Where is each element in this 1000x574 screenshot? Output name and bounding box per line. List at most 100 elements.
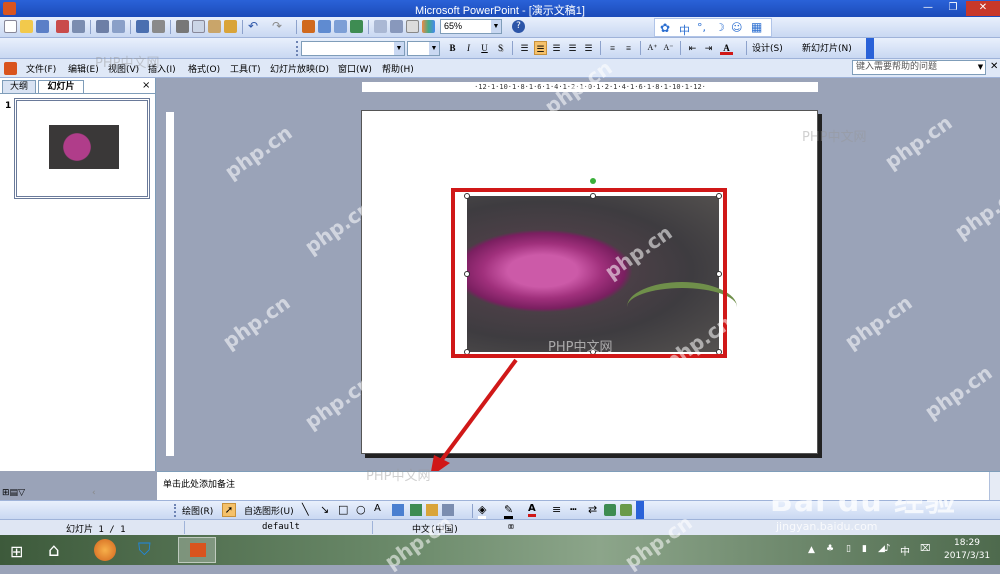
- italic-button[interactable]: I: [462, 41, 475, 55]
- tray-expand-icon[interactable]: ▲: [808, 545, 815, 555]
- align-right-icon[interactable]: ☰: [550, 41, 563, 55]
- permission-icon[interactable]: [56, 20, 69, 33]
- battery-icon[interactable]: ▯: [846, 544, 851, 554]
- grid-menu-icon[interactable]: ▦: [751, 20, 762, 34]
- emoji-icon[interactable]: ☺: [731, 21, 742, 34]
- notification-icon[interactable]: ⌧: [920, 544, 930, 554]
- align-center-icon[interactable]: ☰: [534, 41, 547, 55]
- chevron-down-icon[interactable]: ▼: [429, 42, 439, 55]
- open-folder-icon[interactable]: [20, 20, 33, 33]
- arrow-style-icon[interactable]: ⇄: [588, 503, 597, 516]
- new-document-icon[interactable]: [4, 20, 17, 33]
- paw-icon[interactable]: ✿: [660, 21, 670, 35]
- chevron-down-icon[interactable]: ▼: [394, 42, 404, 55]
- browser-icon[interactable]: [94, 539, 116, 561]
- email-icon[interactable]: [72, 20, 85, 33]
- spelling-icon[interactable]: [136, 20, 149, 33]
- wordart-icon[interactable]: [392, 504, 404, 516]
- insert-table-icon[interactable]: [318, 20, 331, 33]
- color-grayscale-icon[interactable]: [422, 20, 435, 33]
- bold-button[interactable]: B: [446, 41, 459, 55]
- menu-help[interactable]: 帮助(H): [382, 62, 414, 75]
- menu-slideshow[interactable]: 幻灯片放映(D): [270, 62, 329, 75]
- align-left-icon[interactable]: ☰: [518, 41, 531, 55]
- scroll-left-icon[interactable]: ‹: [92, 488, 96, 498]
- select-pointer-icon[interactable]: ➚: [222, 503, 236, 517]
- redo-icon[interactable]: ↷: [272, 20, 285, 33]
- expand-all-icon[interactable]: [374, 20, 387, 33]
- increase-font-icon[interactable]: A⁺: [646, 41, 659, 55]
- shadow-button[interactable]: S: [494, 41, 507, 55]
- maximize-button[interactable]: ❐: [941, 1, 965, 16]
- font-color-icon[interactable]: A: [720, 41, 733, 55]
- cut-icon[interactable]: [176, 20, 189, 33]
- volume-icon[interactable]: ♪: [884, 543, 890, 554]
- 3d-style-icon[interactable]: [620, 504, 632, 516]
- diagram-icon[interactable]: [410, 504, 422, 516]
- close-document-icon[interactable]: ✕: [990, 61, 998, 72]
- print-preview-icon[interactable]: [112, 20, 125, 33]
- font-name-select[interactable]: ▼: [301, 41, 405, 56]
- menu-file[interactable]: 文件(F): [26, 62, 56, 75]
- arrow-tool-icon[interactable]: ↘: [320, 503, 329, 516]
- undo-icon[interactable]: ↶: [248, 20, 261, 33]
- line-color-icon[interactable]: ✎: [504, 503, 514, 519]
- security-shield-icon[interactable]: ⛉: [138, 540, 151, 560]
- bullets-icon[interactable]: ≡: [622, 41, 635, 55]
- notes-scrollbar[interactable]: [989, 472, 1000, 501]
- decrease-font-icon[interactable]: A⁻: [662, 41, 675, 55]
- panel-close-icon[interactable]: ×: [142, 80, 150, 91]
- show-grid-icon[interactable]: [406, 20, 419, 33]
- show-formatting-icon[interactable]: [390, 20, 403, 33]
- sorter-view-icon[interactable]: ▤: [10, 488, 19, 498]
- insert-diagram-icon[interactable]: [350, 20, 363, 33]
- zoom-select[interactable]: 65% ▼: [440, 19, 502, 34]
- slideshow-view-icon[interactable]: ▽: [18, 488, 25, 498]
- insert-picture-icon[interactable]: [334, 20, 347, 33]
- home-icon[interactable]: ⌂: [48, 540, 59, 561]
- textbox-tool-icon[interactable]: A: [374, 503, 381, 514]
- line-style-icon[interactable]: ≡: [552, 503, 561, 516]
- menu-format[interactable]: 格式(O): [188, 62, 220, 75]
- help-search-input[interactable]: 键入需要帮助的问题: [852, 60, 986, 75]
- save-icon[interactable]: [36, 20, 49, 33]
- taskbar-powerpoint[interactable]: [178, 537, 216, 563]
- tab-slides[interactable]: 幻灯片: [38, 80, 84, 93]
- copy-icon[interactable]: [192, 20, 205, 33]
- design-button[interactable]: 设计(S): [752, 41, 783, 54]
- font-size-select[interactable]: ▼: [407, 41, 440, 56]
- new-slide-button[interactable]: 新幻灯片(N): [802, 41, 852, 54]
- punctuation-icon[interactable]: °,: [697, 21, 706, 34]
- autoshapes-button[interactable]: 自选图形(U): [244, 504, 294, 517]
- signal-icon[interactable]: ▮: [862, 544, 867, 554]
- help-icon[interactable]: ?: [512, 20, 525, 33]
- ime-chinese-label[interactable]: 中: [679, 22, 690, 38]
- close-button[interactable]: ✕: [966, 1, 1000, 16]
- print-icon[interactable]: [96, 20, 109, 33]
- decrease-indent-icon[interactable]: ⇤: [686, 41, 699, 55]
- toolbar-options-icon[interactable]: [866, 38, 874, 59]
- dash-style-icon[interactable]: ┅: [570, 503, 577, 516]
- line-tool-icon[interactable]: ╲: [302, 503, 309, 516]
- menu-window[interactable]: 窗口(W): [338, 62, 372, 75]
- draw-menu-button[interactable]: 绘图(R): [182, 504, 213, 517]
- justify-icon[interactable]: ☰: [566, 41, 579, 55]
- rectangle-tool-icon[interactable]: □: [338, 503, 348, 516]
- chevron-down-icon[interactable]: ▼: [976, 61, 985, 74]
- normal-view-icon[interactable]: ⊞: [2, 488, 10, 498]
- increase-indent-icon[interactable]: ⇥: [702, 41, 715, 55]
- toolbar-options-icon[interactable]: [636, 501, 644, 520]
- numbering-icon[interactable]: ≡: [606, 41, 619, 55]
- minimize-button[interactable]: —: [916, 1, 940, 16]
- fill-color-icon[interactable]: ◈: [478, 503, 487, 519]
- underline-button[interactable]: U: [478, 41, 491, 55]
- windows-start-icon[interactable]: ⊞: [10, 542, 23, 561]
- chevron-down-icon[interactable]: ▼: [491, 20, 501, 33]
- oval-tool-icon[interactable]: ○: [356, 503, 366, 516]
- ime-indicator[interactable]: 中: [900, 543, 910, 558]
- paste-icon[interactable]: [208, 20, 221, 33]
- format-painter-icon[interactable]: [224, 20, 237, 33]
- tray-app-icon[interactable]: ♣: [826, 544, 834, 554]
- insert-chart-icon[interactable]: [302, 20, 315, 33]
- distribute-icon[interactable]: ☰: [582, 41, 595, 55]
